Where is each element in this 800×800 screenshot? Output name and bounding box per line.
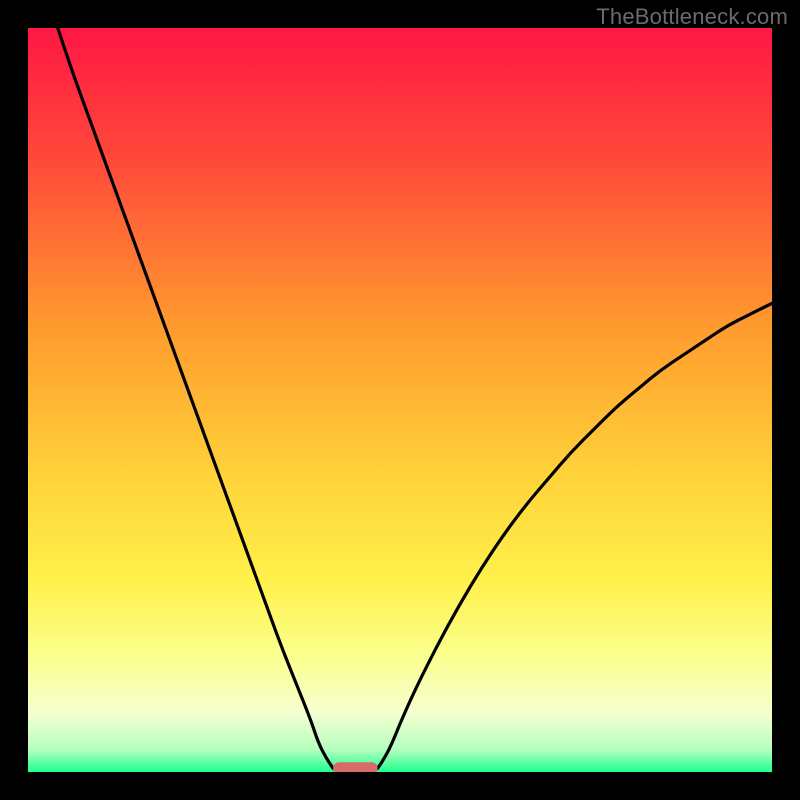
- chart-frame: TheBottleneck.com: [0, 0, 800, 800]
- bottleneck-chart: [28, 28, 772, 772]
- optimum-marker: [333, 762, 378, 772]
- gradient-background: [28, 28, 772, 772]
- watermark-label: TheBottleneck.com: [596, 4, 788, 30]
- plot-area: [28, 28, 772, 772]
